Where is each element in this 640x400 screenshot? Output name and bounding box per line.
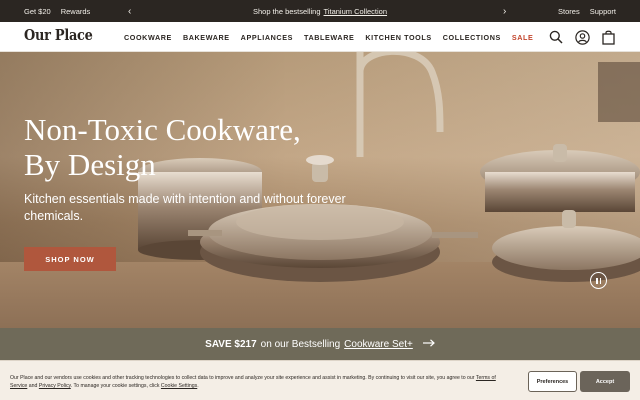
- cookie-text-part3: . To manage your cookie settings, click: [70, 383, 161, 389]
- header-icons: [548, 22, 616, 52]
- stores-link[interactable]: Stores: [558, 7, 580, 16]
- promo-band: SAVE $217 on our Bestselling Cookware Se…: [0, 328, 640, 360]
- nav-kitchen-tools[interactable]: KITCHEN TOOLS: [365, 33, 431, 42]
- hero-banner: Non-Toxic Cookware, By Design Kitchen ess…: [0, 52, 640, 328]
- accept-button[interactable]: Accept: [580, 371, 630, 392]
- pause-icon[interactable]: [590, 272, 607, 289]
- nav-collections[interactable]: COLLECTIONS: [443, 33, 501, 42]
- preferences-button[interactable]: Preferences: [528, 371, 577, 392]
- site-header: Our Place COOKWARE BAKEWARE APPLIANCES T…: [0, 22, 640, 52]
- cookie-text: Our Place and our vendors use cookies an…: [10, 374, 510, 390]
- titanium-collection-link[interactable]: Titanium Collection: [324, 7, 388, 16]
- announcement-text: Shop the bestselling: [252, 6, 321, 16]
- cookie-text-part1: Our Place and our vendors use cookies an…: [10, 375, 476, 381]
- logo[interactable]: Our Place: [24, 26, 93, 44]
- nav-cookware[interactable]: COOKWARE: [124, 33, 172, 42]
- privacy-policy-link[interactable]: Privacy Policy: [39, 383, 71, 389]
- cookie-banner: Our Place and our vendors use cookies an…: [0, 360, 640, 400]
- hero-headline: Non-Toxic Cookware, By Design: [24, 112, 344, 182]
- promo-amount: SAVE $217: [205, 338, 257, 350]
- shop-now-button[interactable]: SHOP NOW: [24, 247, 116, 271]
- support-link[interactable]: Support: [590, 7, 616, 16]
- arrow-right-icon[interactable]: [422, 338, 435, 350]
- bag-icon[interactable]: [600, 29, 616, 45]
- main-nav: COOKWARE BAKEWARE APPLIANCES TABLEWARE K…: [124, 22, 533, 52]
- cookie-settings-link[interactable]: Cookie Settings: [161, 383, 197, 389]
- hero-headline-line2: By Design: [24, 147, 156, 182]
- nav-sale[interactable]: SALE: [512, 33, 534, 42]
- cookie-text-part4: .: [197, 383, 199, 389]
- search-icon[interactable]: [548, 29, 564, 45]
- hero-subtext: Kitchen essentials made with intention a…: [24, 192, 346, 223]
- topbar-right-links: Stores Support: [558, 0, 616, 22]
- cookie-text-part2: and: [27, 383, 39, 389]
- nav-tableware[interactable]: TABLEWARE: [304, 33, 354, 42]
- nav-bakeware[interactable]: BAKEWARE: [183, 33, 230, 42]
- announcement-next-arrow[interactable]: ›: [503, 0, 506, 22]
- announcement-bar: Get $20 Rewards ‹ Shop the bestselling T…: [0, 0, 640, 22]
- promo-text: on our Bestselling: [260, 338, 341, 350]
- cookware-set-link[interactable]: Cookware Set+: [344, 339, 413, 350]
- account-icon[interactable]: [574, 29, 590, 45]
- cookware-photo: [138, 52, 640, 282]
- nav-appliances[interactable]: APPLIANCES: [241, 33, 293, 42]
- hero-headline-line1: Non-Toxic Cookware,: [24, 112, 301, 147]
- announcement-promo: Shop the bestselling Titanium Collection: [0, 0, 640, 22]
